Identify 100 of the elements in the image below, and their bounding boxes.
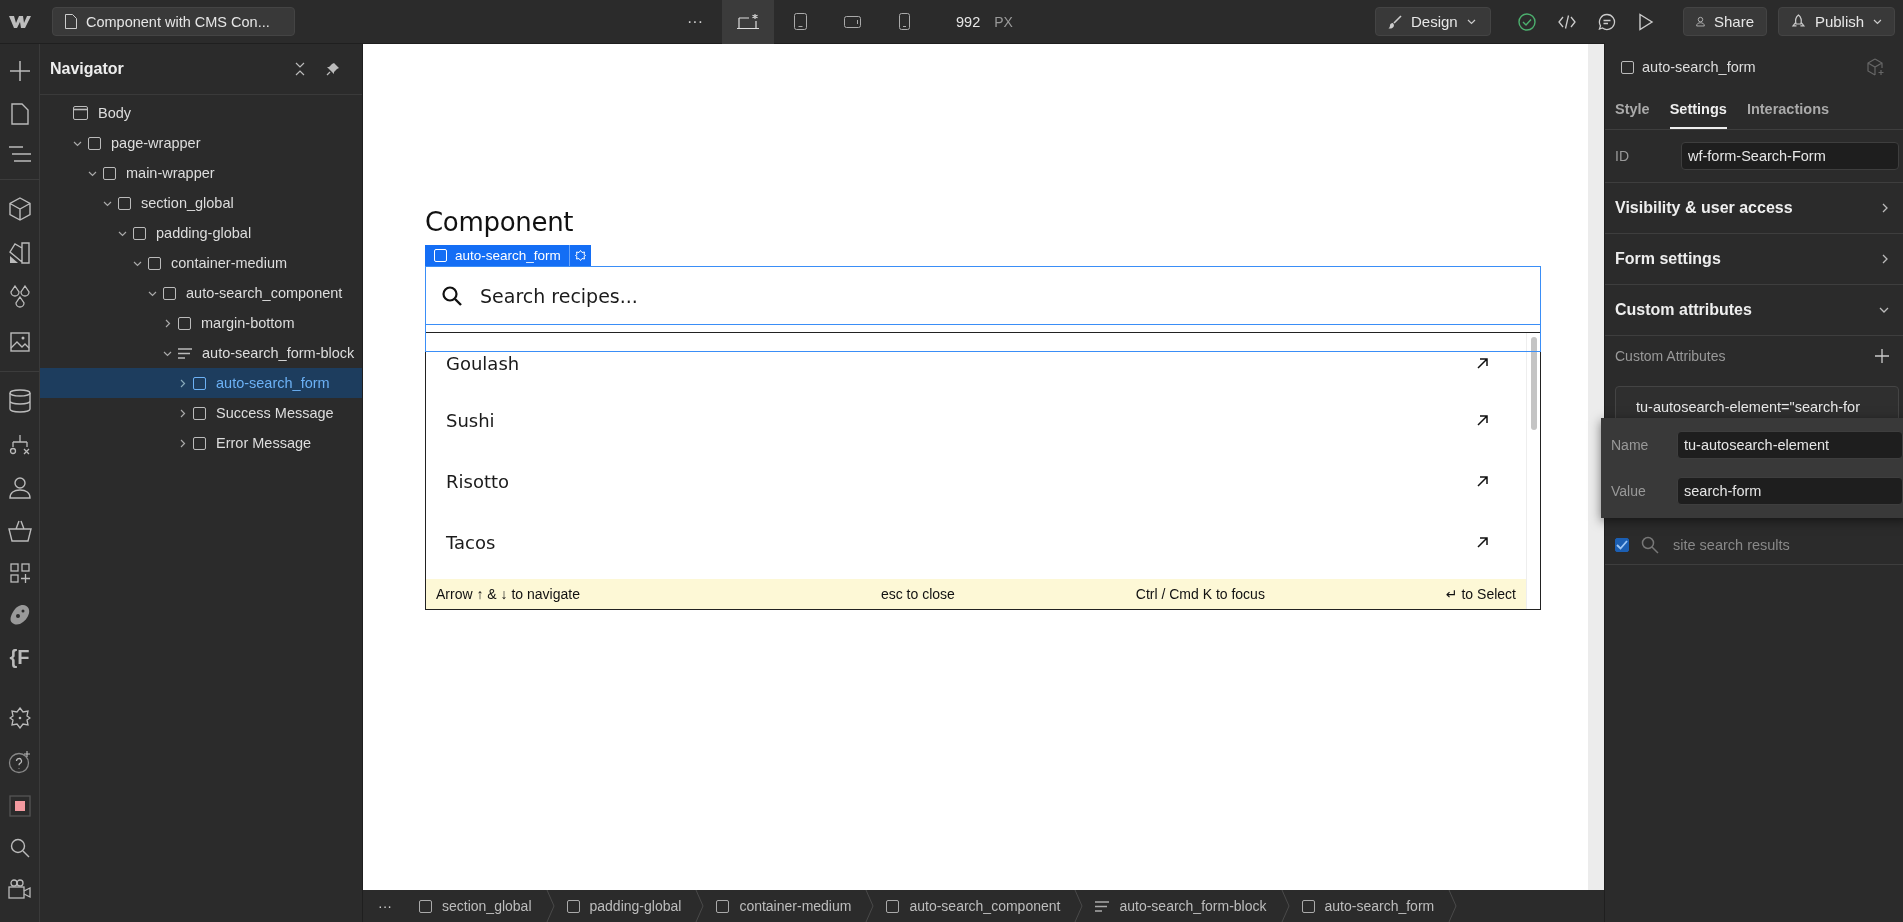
box-icon [193,376,206,390]
laptop-icon [736,12,760,31]
breadcrumb-item[interactable]: padding-global [554,890,705,922]
user-icon[interactable] [8,477,31,499]
breadcrumb-item[interactable]: auto-search_form-block [1083,890,1290,922]
navigator-item[interactable]: Body [40,98,362,128]
stop-icon[interactable] [8,795,31,817]
navigator-item[interactable]: auto-search_component [40,278,362,308]
window-icon [73,106,88,120]
keyboard-hint: Ctrl / Cmd K to focus [1135,586,1265,602]
design-mode-button[interactable]: Design [1375,7,1491,36]
chevron-right-icon[interactable] [163,318,172,328]
video-camera-icon[interactable] [7,879,32,899]
gear-icon[interactable] [8,707,31,729]
more-button[interactable]: ··· [363,898,407,914]
arrow-up-right-icon [1477,357,1488,369]
share-button[interactable]: Share [1683,7,1767,36]
lines-icon[interactable] [7,146,32,162]
box-icon [178,316,191,330]
breadcrumb-item[interactable]: auto-search_component [874,890,1084,922]
box-icon [434,249,447,262]
keyboard-hint: ↵ to Select [1445,586,1516,602]
swatch-icon[interactable] [8,242,31,264]
box-icon [1621,60,1634,74]
navigator-item[interactable]: auto-search_form-block [40,338,362,368]
comment-icon[interactable] [1598,12,1616,31]
code-icon[interactable] [1558,13,1576,30]
navigator-item[interactable]: auto-search_form [40,368,362,398]
finsweet-label[interactable]: {F [9,647,30,667]
box-icon [419,899,432,913]
box-icon [566,899,580,913]
breakpoint-button[interactable] [722,0,774,44]
field-label: Name [1611,437,1650,453]
result-item[interactable]: Sushi [426,390,1526,451]
panel-tab[interactable]: Style [1615,91,1650,129]
panel-tab[interactable]: Settings [1669,91,1727,129]
logic-icon[interactable] [8,434,31,456]
page-tab[interactable]: Component with CMS Con... [52,7,295,36]
check-circle-icon[interactable] [1518,12,1536,31]
logo-icon[interactable] [9,14,31,29]
navigator-item[interactable]: padding-global [40,218,362,248]
box-icon [118,196,131,210]
drops-icon[interactable] [8,285,31,309]
breadcrumb-item[interactable]: auto-search_form [1289,890,1458,922]
cube-icon[interactable] [8,197,31,221]
element-name: auto-search_form [1642,59,1756,75]
navigator-item[interactable]: Error Message [40,428,362,458]
more-button[interactable]: ··· [680,12,710,31]
pin-icon[interactable] [326,62,340,76]
chevron-right-icon[interactable] [178,378,187,388]
collapse-icon[interactable] [294,62,306,76]
help-icon[interactable] [7,750,32,774]
checkbox[interactable] [1615,538,1629,552]
publish-button[interactable]: Publish [1778,7,1895,36]
result-item[interactable]: Risotto [426,451,1526,512]
result-item[interactable]: Goulash [426,350,1526,376]
chevron-right-icon[interactable] [178,408,187,418]
palette-icon[interactable] [8,604,31,626]
navigator-item[interactable]: Success Message [40,398,362,428]
value-field[interactable]: search-form [1677,477,1903,505]
chevron-divider-icon [865,890,875,922]
section-header[interactable]: Form settings [1605,234,1903,285]
chevron-right-icon[interactable] [178,438,187,448]
panel-tab[interactable]: Interactions [1746,91,1830,129]
chevron-right-icon [1882,254,1889,264]
chevron-divider-icon [1448,890,1458,922]
box-icon [193,406,206,420]
width-unit: PX [994,13,1013,30]
box-icon [193,436,206,450]
basket-icon[interactable] [7,520,32,542]
field-label: ID [1615,148,1630,164]
selection-tag[interactable]: auto-search_form [425,245,591,266]
database-icon[interactable] [8,389,31,413]
search-icon [1641,536,1659,554]
cube-plus-icon[interactable] [1867,58,1885,76]
search-icon[interactable] [9,838,30,858]
navigator-item[interactable]: margin-bottom [40,308,362,338]
breadcrumb-item[interactable]: container-medium [704,890,875,922]
plus-icon[interactable] [1875,349,1889,363]
scrollbar[interactable] [1526,333,1540,609]
name-field[interactable]: tu-autosearch-element [1677,431,1903,459]
section-header[interactable]: Custom attributes [1605,285,1903,336]
apps-icon[interactable] [9,563,30,583]
section-header[interactable]: Visibility & user access [1605,183,1903,234]
plus-icon[interactable] [8,60,31,82]
result-item[interactable]: Tacos [426,512,1526,573]
width-value: 992 [956,13,981,30]
page-icon[interactable] [10,103,29,125]
navigator-item[interactable]: container-medium [40,248,362,278]
id-field[interactable]: wf-form-Search-Form [1681,142,1899,170]
breadcrumb-item[interactable]: section_global [407,890,555,922]
tablet-icon [793,13,807,30]
page-heading: Component [425,206,575,239]
navigator-item[interactable]: page-wrapper [40,128,362,158]
lines-icon [178,347,192,359]
navigator-item[interactable]: section_global [40,188,362,218]
play-icon[interactable] [1638,12,1654,31]
chevron-divider-icon [1074,890,1084,922]
image-icon[interactable] [7,330,32,354]
navigator-item[interactable]: main-wrapper [40,158,362,188]
